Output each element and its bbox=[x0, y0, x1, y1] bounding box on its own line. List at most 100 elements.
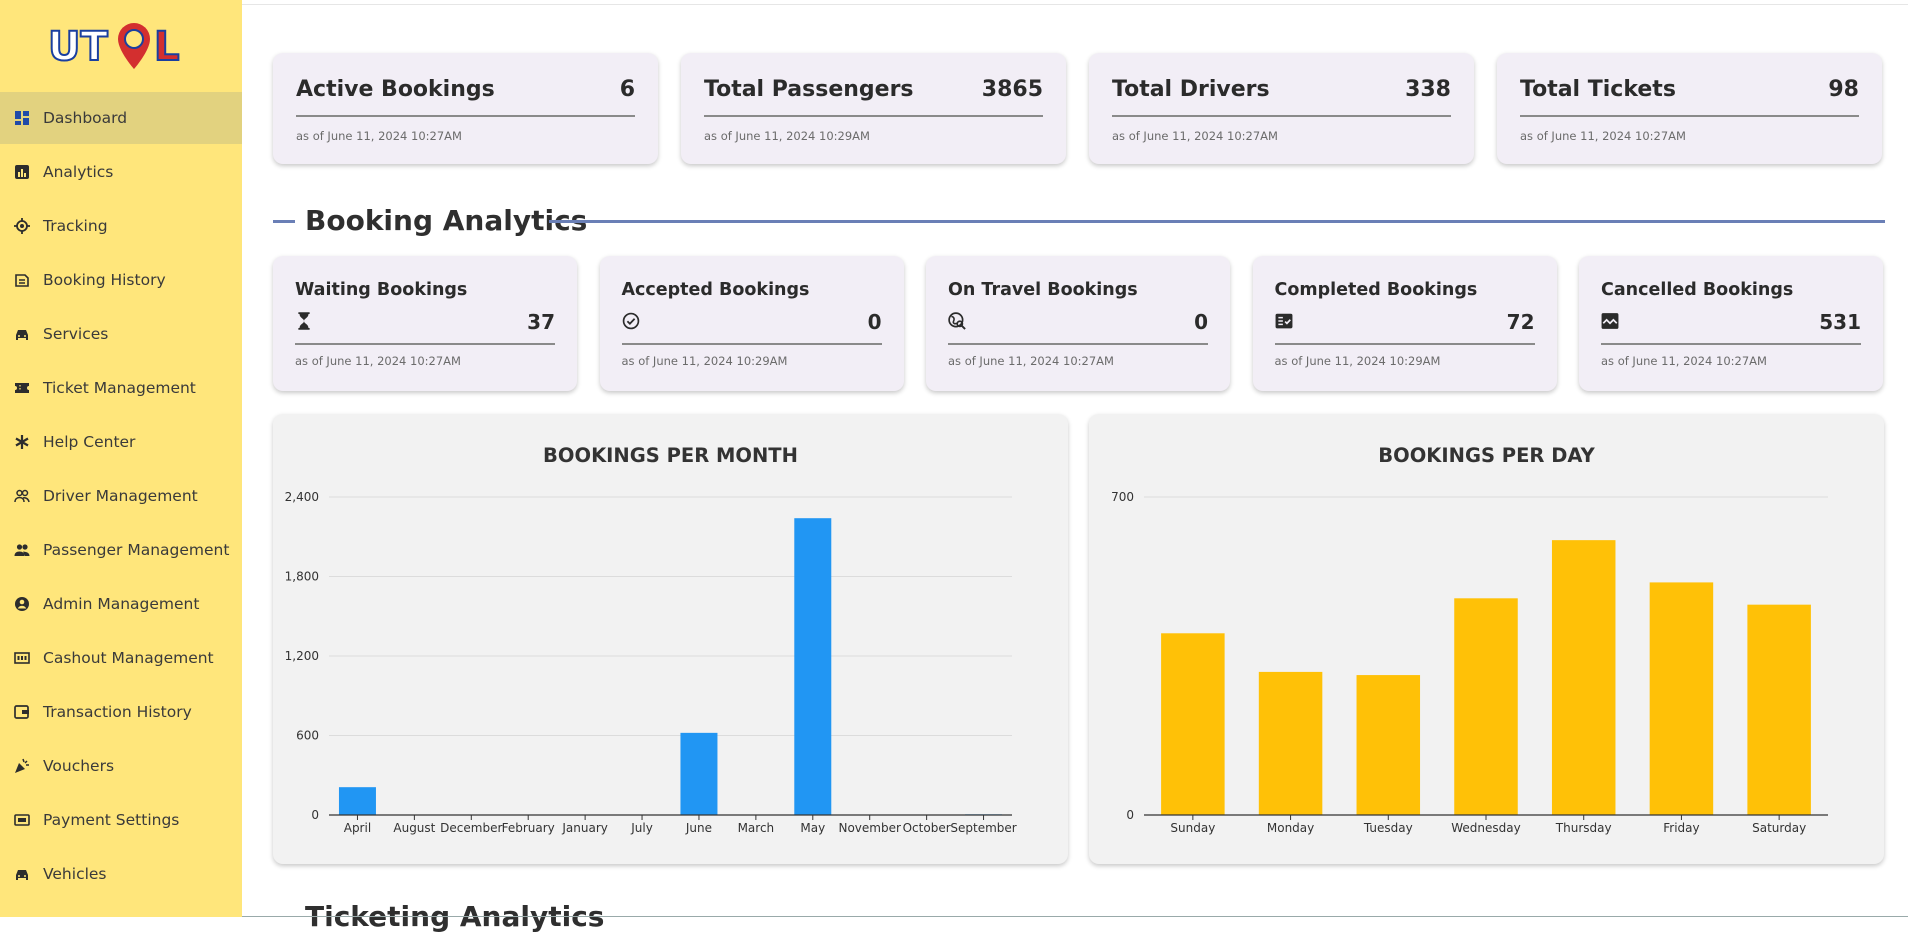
sidebar-item-booking-history[interactable]: Booking History bbox=[0, 254, 242, 306]
sidebar-item-payment-settings[interactable]: Payment Settings bbox=[0, 794, 242, 846]
card-timestamp: as of June 11, 2024 10:27AM bbox=[948, 354, 1114, 368]
hourglass-icon bbox=[295, 312, 313, 330]
card-title: Accepted Bookings bbox=[621, 280, 810, 300]
card-value: 98 bbox=[1828, 77, 1859, 102]
bar-thursday bbox=[1551, 540, 1616, 815]
card-timestamp: as of June 11, 2024 10:27AM bbox=[295, 354, 461, 368]
y-tick-label: 0 bbox=[1126, 808, 1134, 822]
booking-card-waiting-bookings: Waiting Bookings 37 as of June 11, 2024 10… bbox=[273, 256, 577, 391]
analytics-icon bbox=[14, 164, 30, 180]
card-value: 3865 bbox=[981, 77, 1043, 102]
card-title: Completed Bookings bbox=[1274, 280, 1478, 300]
booking-card-completed-bookings: Completed Bookings 72 as of June 11, 2024 … bbox=[1252, 256, 1557, 391]
card-divider bbox=[295, 343, 555, 345]
fact-check-icon bbox=[1275, 312, 1293, 330]
sidebar-item-label: Services bbox=[43, 325, 109, 343]
sidebar-item-services[interactable]: Services bbox=[0, 308, 242, 360]
bookings-per-day-card: BOOKINGS PER DAY 0 700 Sunday Monday Tuesday… bbox=[1089, 414, 1884, 864]
card-timestamp: as of June 11, 2024 10:27AM bbox=[1112, 129, 1278, 143]
sidebar-item-label: Passenger Management bbox=[43, 541, 230, 559]
section-title: Booking Analytics bbox=[305, 204, 588, 237]
asterisk-icon bbox=[14, 434, 30, 450]
card-timestamp: as of June 11, 2024 10:29AM bbox=[621, 354, 788, 368]
x-tick-label: July bbox=[630, 821, 653, 835]
booking-analytics-heading: Booking Analytics bbox=[273, 200, 1885, 242]
x-tick-label: September bbox=[950, 821, 1016, 835]
tracking-icon bbox=[14, 218, 30, 234]
sidebar-item-admin-management[interactable]: Admin Management bbox=[0, 578, 242, 630]
y-tick-label: 0 bbox=[311, 808, 319, 822]
x-tick-label: Wednesday bbox=[1451, 821, 1520, 835]
sidebar-item-label: Admin Management bbox=[43, 595, 200, 613]
x-tick-label: August bbox=[393, 821, 435, 835]
y-tick-label: 600 bbox=[296, 729, 319, 743]
summary-card-total-drivers: Total Drivers 338 as of June 11, 2024 10:2… bbox=[1089, 53, 1474, 164]
car-icon bbox=[14, 326, 30, 342]
x-tick-label: Thursday bbox=[1555, 821, 1612, 835]
sidebar-item-transaction-history[interactable]: Transaction History bbox=[0, 686, 242, 738]
x-tick-label: February bbox=[502, 821, 555, 835]
check-circle-icon bbox=[622, 312, 640, 330]
sidebar-item-label: Booking History bbox=[43, 271, 166, 289]
booking-card-on-travel-bookings: On Travel Bookings 0 as of June 11, 2024 1… bbox=[926, 256, 1230, 391]
sidebar-item-label: Cashout Management bbox=[43, 649, 214, 667]
card-value: 72 bbox=[1506, 310, 1535, 334]
svg-text:L: L bbox=[154, 24, 180, 70]
card-divider bbox=[621, 343, 882, 345]
y-tick-label: 1,200 bbox=[285, 649, 319, 663]
booking-card-accepted-bookings: Accepted Bookings 0 as of June 11, 2024 10… bbox=[599, 256, 904, 391]
bar-may bbox=[794, 518, 832, 815]
x-tick-label: June bbox=[685, 821, 712, 835]
card-value: 531 bbox=[1819, 310, 1861, 334]
sidebar-item-label: Help Center bbox=[43, 433, 136, 451]
card-divider bbox=[1520, 115, 1859, 117]
sidebar-item-tracking[interactable]: Tracking bbox=[0, 200, 242, 252]
x-tick-label: May bbox=[800, 821, 825, 835]
vehicle-icon bbox=[14, 866, 30, 882]
x-tick-label: April bbox=[344, 821, 371, 835]
utol-logo[interactable]: UT L bbox=[0, 0, 242, 90]
sidebar-item-ticket-management[interactable]: Ticket Management bbox=[0, 362, 242, 414]
sidebar-item-dashboard[interactable]: Dashboard bbox=[0, 92, 242, 144]
sidebar-item-driver-management[interactable]: Driver Management bbox=[0, 470, 242, 522]
bar-friday bbox=[1649, 582, 1714, 815]
travel-explore-icon bbox=[948, 312, 966, 330]
card-timestamp: as of June 11, 2024 10:27AM bbox=[1520, 129, 1686, 143]
broken-image-icon bbox=[1601, 312, 1619, 330]
booking-card-cancelled-bookings: Cancelled Bookings 531 as of June 11, 2024… bbox=[1579, 256, 1883, 391]
sidebar-item-cashout-management[interactable]: Cashout Management bbox=[0, 632, 242, 684]
sidebar-item-label: Analytics bbox=[43, 163, 114, 181]
summary-card-active-bookings: Active Bookings 6 as of June 11, 2024 10:2… bbox=[273, 53, 658, 164]
x-tick-label: December bbox=[440, 821, 502, 835]
sidebar-item-passenger-management[interactable]: Passenger Management bbox=[0, 524, 242, 576]
card-title: Waiting Bookings bbox=[295, 280, 468, 300]
card-title: Cancelled Bookings bbox=[1601, 280, 1794, 300]
bar-monday bbox=[1258, 671, 1323, 815]
card-divider bbox=[704, 115, 1043, 117]
sidebar-item-analytics[interactable]: Analytics bbox=[0, 146, 242, 198]
logo-mark-icon: UT L bbox=[47, 23, 181, 71]
sidebar-item-label: Tracking bbox=[43, 217, 108, 235]
svg-text:UT: UT bbox=[48, 24, 108, 70]
sidebar-item-vehicles[interactable]: Vehicles bbox=[0, 848, 242, 900]
x-tick-label: January bbox=[561, 821, 608, 835]
card-divider bbox=[948, 343, 1208, 345]
bookings-per-day-chart: 0 700 Sunday Monday Tuesday Wednesday Thursday… bbox=[1111, 490, 1828, 835]
sidebar-item-vouchers[interactable]: Vouchers bbox=[0, 740, 242, 792]
sidebar-item-help-center[interactable]: Help Center bbox=[0, 416, 242, 468]
wallet-icon bbox=[14, 704, 30, 720]
bookings-per-month-card: BOOKINGS PER MONTH 0 600 1,200 1,800 2,400 Ap… bbox=[273, 414, 1068, 864]
sidebar-item-label: Dashboard bbox=[43, 109, 128, 127]
bookings-per-month-chart: 0 600 1,200 1,800 2,400 April August December Fe… bbox=[285, 490, 1017, 835]
card-value: 0 bbox=[1194, 310, 1208, 334]
card-title: Total Tickets bbox=[1520, 77, 1676, 102]
bar-sunday bbox=[1161, 633, 1225, 815]
x-tick-label: Monday bbox=[1267, 821, 1314, 835]
y-tick-label: 2,400 bbox=[285, 490, 319, 504]
voucher-icon bbox=[14, 758, 30, 774]
sidebar: UT L Dashboard Analytics Tracking Booking H… bbox=[0, 0, 242, 917]
card-value: 0 bbox=[867, 310, 882, 334]
dashboard-icon bbox=[14, 110, 30, 126]
bar-tuesday bbox=[1356, 675, 1421, 815]
card-divider bbox=[296, 115, 635, 117]
